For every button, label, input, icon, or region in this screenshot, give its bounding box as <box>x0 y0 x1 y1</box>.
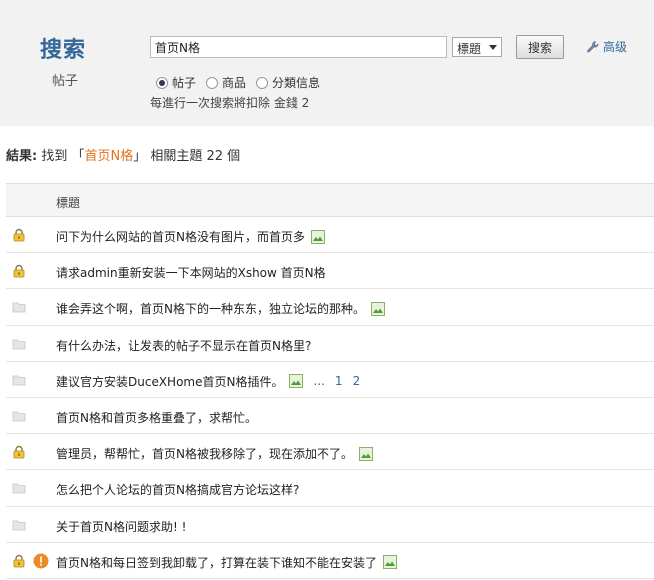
thread-title-cell: 管理员，帮帮忙，首页N格被我移除了，现在添加不了。 <box>56 445 373 462</box>
image-attachment-icon <box>310 229 325 244</box>
thread-title-cell: 有什么办法，让发表的帖子不显示在首页N格里? <box>56 337 311 354</box>
radio-button[interactable] <box>156 76 168 89</box>
result-keyword: 首页N格 <box>84 149 134 164</box>
thread-title-cell: 首页N格和每日签到我卸载了，打算在装下谁知不能在安装了 <box>56 554 397 571</box>
table-body: 问下为什么网站的首页N格没有图片，而首页多请求admin重新安装一下本网站的Xs… <box>6 217 654 579</box>
advanced-search-label: 高级 <box>603 40 628 54</box>
chevron-down-icon <box>489 45 497 50</box>
thread-title-link[interactable]: 首页N格和首页多格重叠了，求帮忙。 <box>56 409 257 426</box>
warning-icon <box>33 553 49 569</box>
scope-option-classifieds[interactable]: 分類信息 <box>256 74 320 91</box>
search-type-selected: 標題 <box>457 42 482 56</box>
thread-title-cell: 谁会弄这个啊，首页N格下的一种东东，独立论坛的那种。 <box>56 300 385 317</box>
thread-title-link[interactable]: 建议官方安装DuceXHome首页N格插件。 <box>56 373 283 390</box>
radio-button[interactable] <box>256 76 269 89</box>
thread-title-cell: 首页N格和首页多格重叠了，求帮忙。 <box>56 409 257 426</box>
radio-button[interactable] <box>206 76 219 89</box>
results-table: 標題 问下为什么网站的首页N格没有图片，而首页多请求admin重新安装一下本网站… <box>6 183 654 579</box>
folder-icon <box>12 411 26 422</box>
search-heading: 搜索 <box>40 38 87 63</box>
lock-icon <box>13 554 25 568</box>
scope-label: 商品 <box>222 76 247 90</box>
thread-title-link[interactable]: 问下为什么网站的首页N格没有图片，而首页多 <box>56 228 305 245</box>
table-row: 怎么把个人论坛的首页N格搞成官方论坛这样? <box>6 470 654 507</box>
table-row: 建议官方安装DuceXHome首页N格插件。... 1 2 <box>6 362 654 398</box>
scope-option-posts[interactable]: 帖子 <box>156 74 196 91</box>
thread-title-cell: 请求admin重新安装一下本网站的Xshow 首页N格 <box>56 264 326 281</box>
lock-icon <box>13 228 25 242</box>
wrench-icon <box>587 40 599 52</box>
page-link[interactable]: 2 <box>353 374 361 388</box>
scope-label: 分類信息 <box>272 76 321 90</box>
thread-title-link[interactable]: 关于首页N格问题求助! ! <box>56 518 186 535</box>
thread-title-link[interactable]: 管理员，帮帮忙，首页N格被我移除了，现在添加不了。 <box>56 445 353 462</box>
table-row: 请求admin重新安装一下本网站的Xshow 首页N格 <box>6 253 654 290</box>
search-keyword-input[interactable] <box>150 36 447 58</box>
thread-title-link[interactable]: 谁会弄这个啊，首页N格下的一种东东，独立论坛的那种。 <box>56 300 365 317</box>
scope-label: 帖子 <box>172 76 197 90</box>
table-row: 管理员，帮帮忙，首页N格被我移除了，现在添加不了。 <box>6 434 654 471</box>
search-subheading: 帖子 <box>52 74 79 89</box>
page-ellipsis: ... <box>313 374 325 389</box>
thread-title-cell: 问下为什么网站的首页N格没有图片，而首页多 <box>56 228 325 245</box>
folder-icon <box>12 375 26 386</box>
lock-icon <box>13 446 25 459</box>
thread-title-link[interactable]: 首页N格和每日签到我卸载了，打算在装下谁知不能在安装了 <box>56 554 377 571</box>
search-panel: 搜索 帖子 標題 搜索 高级 帖子 商品 分類信息 每進行一次搜索將扣除 金錢 … <box>0 0 654 126</box>
page-link[interactable]: 1 <box>335 374 343 388</box>
search-cost-note: 每進行一次搜索將扣除 金錢 2 <box>150 96 310 110</box>
table-row: 首页N格和首页多格重叠了，求帮忙。 <box>6 398 654 435</box>
lock-icon <box>13 265 25 278</box>
result-prefix: 找到 「 <box>41 149 85 164</box>
column-header-title: 標題 <box>56 196 81 210</box>
table-row: 首页N格和每日签到我卸载了，打算在装下谁知不能在安装了 <box>6 543 654 579</box>
table-row: 问下为什么网站的首页N格没有图片，而首页多 <box>6 217 654 254</box>
image-attachment-icon <box>382 555 397 570</box>
thread-title-link[interactable]: 请求admin重新安装一下本网站的Xshow 首页N格 <box>56 264 326 281</box>
thread-title-link[interactable]: 怎么把个人论坛的首页N格搞成官方论坛这样? <box>56 481 299 498</box>
folder-icon <box>12 339 26 349</box>
image-attachment-icon <box>370 301 385 316</box>
table-row: 有什么办法，让发表的帖子不显示在首页N格里? <box>6 326 654 362</box>
pagination: ... 1 2 <box>313 374 360 388</box>
folder-icon <box>12 520 26 530</box>
thread-title-cell: 关于首页N格问题求助! ! <box>56 518 186 535</box>
result-suffix: 」 相關主題 22 個 <box>133 149 241 164</box>
table-header: 標題 <box>6 183 654 217</box>
search-type-select[interactable]: 標題 <box>452 37 502 57</box>
thread-title-link[interactable]: 有什么办法，让发表的帖子不显示在首页N格里? <box>56 337 311 354</box>
image-attachment-icon <box>289 374 304 389</box>
image-attachment-icon <box>358 446 373 461</box>
search-button[interactable]: 搜索 <box>516 35 564 59</box>
search-scope-group: 帖子 商品 分類信息 <box>156 74 320 91</box>
folder-icon <box>12 302 26 313</box>
thread-title-cell: 建议官方安装DuceXHome首页N格插件。... 1 2 <box>56 373 360 390</box>
table-row: 关于首页N格问题求助! ! <box>6 507 654 543</box>
thread-title-cell: 怎么把个人论坛的首页N格搞成官方论坛这样? <box>56 481 299 498</box>
advanced-search-link[interactable]: 高级 <box>586 38 627 55</box>
result-label: 結果: <box>6 149 38 164</box>
scope-option-goods[interactable]: 商品 <box>206 74 246 91</box>
folder-icon <box>12 483 26 494</box>
result-summary: 結果: 找到 「首页N格」 相關主題 22 個 <box>6 145 240 164</box>
table-row: 谁会弄这个啊，首页N格下的一种东东，独立论坛的那种。 <box>6 289 654 326</box>
